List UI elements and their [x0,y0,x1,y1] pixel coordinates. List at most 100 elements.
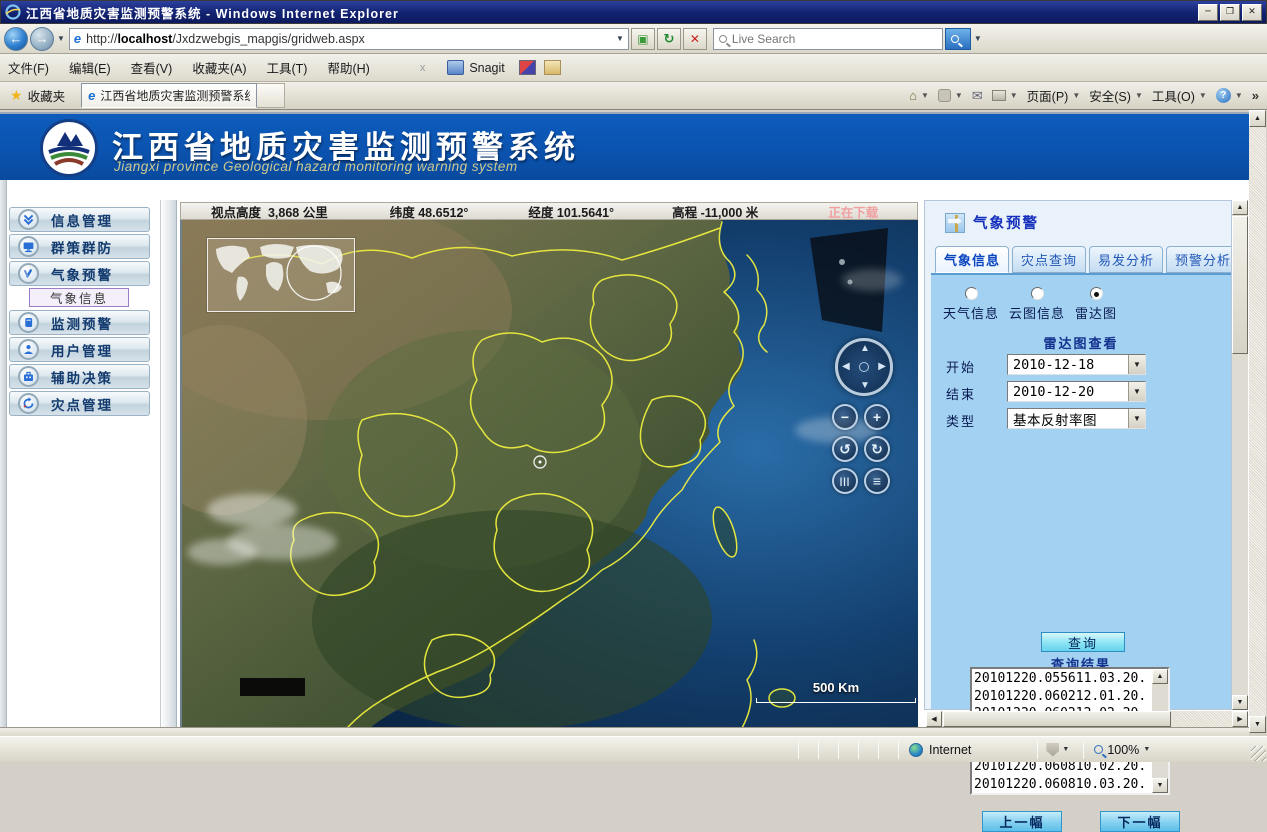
search-input[interactable] [732,32,937,46]
toolbar-close-icon[interactable]: x [420,62,426,74]
panel-scroll-left-icon[interactable]: ◀ [926,711,942,727]
tilt-button[interactable]: ||| [832,468,858,494]
zoom-in-button[interactable]: + [864,404,890,430]
panel-horizontal-scrollbar[interactable]: ◀ ▶ [926,711,1248,727]
protected-mode-icon[interactable] [1046,743,1059,757]
snagit-capture-icon[interactable] [519,60,536,75]
sidebar-item-decision-support[interactable]: 辅助决策 [9,364,150,389]
tools-menu[interactable]: 工具(O) [1152,86,1195,105]
maximize-button[interactable]: ❐ [1220,4,1240,21]
previous-image-button[interactable]: 上一幅 [982,811,1062,832]
type-dropdown-icon[interactable]: ▼ [1128,409,1145,428]
tab-hazard-query[interactable]: 灾点查询 [1012,246,1086,273]
tab-susceptibility-analysis[interactable]: 易发分析 [1089,246,1163,273]
panel-scroll-down-icon[interactable]: ▼ [1232,695,1248,710]
close-button[interactable]: ✕ [1242,4,1262,21]
radio-weather-info[interactable]: 天气信息 [943,287,999,322]
compatibility-view-button[interactable]: ▣ [631,28,655,50]
result-item[interactable]: 20101220.055611.03.20. [974,670,1151,688]
favorites-button[interactable]: ★ 收藏夹 [0,84,75,108]
pan-right-icon[interactable]: ▶ [878,361,886,372]
next-image-button[interactable]: 下一幅 [1100,811,1180,832]
snagit-settings-icon[interactable] [544,60,561,75]
refresh-button[interactable]: ↻ [657,28,681,50]
help-icon[interactable]: ? [1216,88,1231,103]
query-button[interactable]: 查询 [1041,632,1125,652]
result-item[interactable]: 20101220.060212.01.20. [974,688,1151,706]
print-dropdown-icon[interactable]: ▼ [1010,91,1018,100]
back-button[interactable]: ← [4,27,28,51]
radio-icon[interactable] [965,287,978,300]
safety-menu[interactable]: 安全(S) [1089,86,1131,105]
type-select[interactable]: 基本反射率图 ▼ [1007,408,1146,429]
scroll-up-icon[interactable]: ▲ [1152,669,1168,684]
radio-cloud-image[interactable]: 云图信息 [1009,287,1065,322]
snagit-label[interactable]: Snagit [469,61,504,75]
radio-icon-checked[interactable] [1090,287,1103,300]
sidebar-item-monitor-warning[interactable]: 监测预警 [9,310,150,335]
stop-button[interactable]: ✕ [683,28,707,50]
help-dropdown-icon[interactable]: ▼ [1235,91,1243,100]
menu-edit[interactable]: 编辑(E) [69,58,111,77]
overview-map-inset[interactable] [207,238,355,312]
start-dropdown-icon[interactable]: ▼ [1128,355,1145,374]
search-go-button[interactable] [945,28,971,50]
menu-help[interactable]: 帮助(H) [327,58,369,77]
search-options-dropdown-icon[interactable]: ▼ [974,34,982,43]
page-vertical-scrollbar[interactable]: ▲ ▼ [1249,110,1266,733]
panel-scroll-up-icon[interactable]: ▲ [1232,200,1248,215]
overflow-chevron-icon[interactable]: » [1252,88,1259,103]
address-input[interactable]: e http://localhost/Jxdzwebgis_mapgis/gri… [69,28,629,50]
history-dropdown-icon[interactable]: ▼ [57,34,65,43]
zoom-out-button[interactable]: − [832,404,858,430]
globe-map-viewport[interactable]: ▲ ▼ ◀ ▶ − + ↺ ↻ ||| ≡ 500 Km [180,220,918,728]
resize-grip[interactable] [1251,746,1266,761]
pan-compass[interactable]: ▲ ▼ ◀ ▶ [835,338,893,396]
radio-radar-image[interactable]: 雷达图 [1075,287,1117,322]
protected-mode-dropdown-icon[interactable]: ▼ [1062,746,1069,753]
page-dropdown-icon[interactable]: ▼ [1072,91,1080,100]
pan-down-icon[interactable]: ▼ [860,380,870,391]
zoom-dropdown-icon[interactable]: ▼ [1143,746,1150,753]
start-date-select[interactable]: 2010-12-18 ▼ [1007,354,1146,375]
tools-dropdown-icon[interactable]: ▼ [1199,91,1207,100]
panel-scroll-thumb[interactable] [1232,216,1248,354]
mail-icon[interactable]: ✉ [972,88,983,104]
page-menu[interactable]: 页面(P) [1027,86,1069,105]
end-dropdown-icon[interactable]: ▼ [1128,382,1145,401]
zoom-control[interactable]: 100% ▼ [1084,743,1150,757]
menu-file[interactable]: 文件(F) [8,58,49,77]
sidebar-splitter[interactable] [160,200,177,733]
scroll-down-icon[interactable]: ▼ [1152,778,1168,793]
snagit-icon[interactable] [447,60,464,75]
panel-scroll-right-icon[interactable]: ▶ [1232,711,1248,727]
tab-weather-info[interactable]: 气象信息 [935,246,1009,273]
sidebar-item-user-management[interactable]: 用户管理 [9,337,150,362]
url-dropdown-icon[interactable]: ▼ [616,34,624,43]
rotate-ccw-button[interactable]: ↺ [832,436,858,462]
home-icon[interactable]: ⌂ [909,88,917,103]
radio-icon[interactable] [1031,287,1044,300]
live-search-box[interactable] [713,28,943,50]
minimize-button[interactable]: ─ [1198,4,1218,21]
menu-view[interactable]: 查看(V) [131,58,173,77]
result-item[interactable]: 20101220.060810.03.20. [974,776,1151,794]
pan-left-icon[interactable]: ◀ [842,361,850,372]
print-icon[interactable] [992,90,1006,101]
layers-button[interactable]: ≡ [864,468,890,494]
tab-warning-analysis[interactable]: 预警分析 [1166,246,1231,273]
new-tab-stub[interactable] [257,83,285,108]
page-scroll-up-icon[interactable]: ▲ [1249,110,1266,127]
rotate-cw-button[interactable]: ↻ [864,436,890,462]
panel-hscroll-thumb[interactable] [943,711,1171,727]
sidebar-item-hazard-point-management[interactable]: 灾点管理 [9,391,150,416]
menu-tools[interactable]: 工具(T) [266,58,307,77]
sidebar-item-info-management[interactable]: 信息管理 [9,207,150,232]
end-date-select[interactable]: 2010-12-20 ▼ [1007,381,1146,402]
browser-tab-active[interactable]: e 江西省地质灾害监测预警系统 [81,83,257,108]
forward-button[interactable]: → [30,27,54,51]
safety-dropdown-icon[interactable]: ▼ [1135,91,1143,100]
page-scroll-down-icon[interactable]: ▼ [1249,716,1266,733]
menu-favorites[interactable]: 收藏夹(A) [192,58,246,77]
sidebar-item-group-prevention[interactable]: 群策群防 [9,234,150,259]
